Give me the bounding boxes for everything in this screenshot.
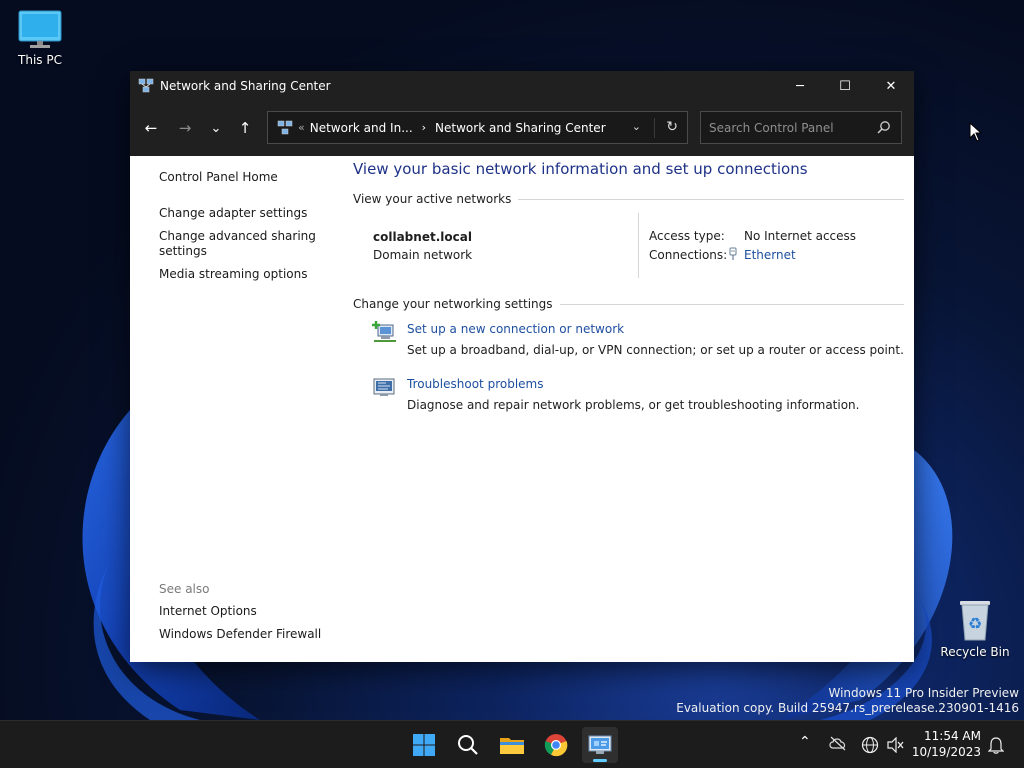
os-watermark-line-1: Windows 11 Pro Insider Preview xyxy=(828,686,1019,700)
link-control-panel-home[interactable]: Control Panel Home xyxy=(159,170,278,185)
troubleshoot-icon xyxy=(373,378,395,396)
access-type-label: Access type: xyxy=(649,229,725,243)
close-button[interactable]: ✕ xyxy=(868,71,914,101)
navigation-bar: ← → ⌄ ↑ « Network and In... › Network an… xyxy=(130,101,914,156)
link-internet-options[interactable]: Internet Options xyxy=(159,604,257,619)
breadcrumb-network-sharing-center[interactable]: Network and Sharing Center xyxy=(435,121,606,135)
search-placeholder: Search Control Panel xyxy=(709,120,834,135)
active-networks-section-header: View your active networks xyxy=(353,192,904,206)
network-center-icon xyxy=(277,120,293,134)
up-button[interactable]: ↑ xyxy=(232,115,258,141)
connections-label: Connections: xyxy=(649,248,728,262)
new-connection-icon xyxy=(372,321,396,342)
svg-text:♻: ♻ xyxy=(968,614,982,633)
mouse-cursor-icon xyxy=(969,122,983,142)
os-watermark-line-2: Evaluation copy. Build 25947.rs_prerelea… xyxy=(676,701,1019,715)
clock-date: 10/19/2023 xyxy=(911,745,981,759)
show-hidden-icons-button[interactable]: ⌃ xyxy=(799,734,811,750)
minimize-button[interactable]: ─ xyxy=(777,71,823,101)
breadcrumb-separator[interactable]: › xyxy=(422,121,426,134)
main-pane: View your basic network information and … xyxy=(353,156,914,662)
address-bar[interactable]: « Network and In... › Network and Sharin… xyxy=(267,111,688,144)
search-control-panel-box[interactable]: Search Control Panel xyxy=(700,111,902,144)
globe-network-icon[interactable] xyxy=(861,736,879,754)
link-change-adapter-settings[interactable]: Change adapter settings xyxy=(159,206,307,221)
access-type-value: No Internet access xyxy=(744,229,857,243)
search-icon xyxy=(458,735,478,755)
desktop-icon-recycle-bin[interactable]: ♻ Recycle Bin xyxy=(935,598,1015,659)
breadcrumb-overflow[interactable]: « xyxy=(298,121,305,134)
ethernet-icon xyxy=(729,247,737,260)
folder-icon xyxy=(500,738,524,754)
left-pane: Control Panel Home Change adapter settin… xyxy=(130,156,345,662)
maximize-button[interactable]: ☐ xyxy=(822,71,868,101)
taskbar: ⌃ 11:54 AM 10/19/2023 xyxy=(0,720,1024,768)
page-title: View your basic network information and … xyxy=(353,160,808,178)
change-settings-section-header: Change your networking settings xyxy=(353,297,904,311)
link-media-streaming-options[interactable]: Media streaming options xyxy=(159,267,307,282)
monitor-icon xyxy=(18,10,62,48)
content-area: Control Panel Home Change adapter settin… xyxy=(130,156,914,662)
cloud-offline-icon[interactable] xyxy=(829,735,847,751)
clock[interactable]: 11:54 AM 10/19/2023 xyxy=(912,728,981,760)
address-divider xyxy=(654,118,655,138)
section-title: View your active networks xyxy=(353,192,512,206)
title-bar[interactable]: Network and Sharing Center ─ ☐ ✕ xyxy=(130,71,914,101)
search-icon[interactable] xyxy=(877,120,891,134)
back-button[interactable]: ← xyxy=(138,115,164,141)
notifications-bell-icon[interactable] xyxy=(988,736,1004,754)
network-sharing-center-window: Network and Sharing Center ─ ☐ ✕ ← → ⌄ ↑… xyxy=(130,71,914,662)
start-button[interactable] xyxy=(406,727,442,763)
network-category[interactable]: Domain network xyxy=(373,248,472,262)
recycle-bin-icon: ♻ xyxy=(960,601,990,641)
file-explorer-button[interactable] xyxy=(494,727,530,763)
taskbar-search-button[interactable] xyxy=(450,727,486,763)
network-center-icon xyxy=(138,78,154,93)
control-panel-taskbar-button[interactable] xyxy=(582,727,618,763)
desktop-icon-label: Recycle Bin xyxy=(940,645,1010,659)
network-divider xyxy=(638,213,639,278)
control-panel-icon xyxy=(588,735,612,754)
desktop-icon-label: This PC xyxy=(18,53,62,67)
active-app-indicator xyxy=(593,759,607,762)
chrome-button[interactable] xyxy=(538,727,574,763)
link-change-advanced-sharing[interactable]: Change advanced sharing settings xyxy=(159,229,324,259)
section-divider xyxy=(518,198,904,200)
volume-muted-icon[interactable] xyxy=(887,737,905,753)
troubleshoot-problems-link[interactable]: Troubleshoot problems xyxy=(407,377,543,391)
see-also-heading: See also xyxy=(159,582,210,596)
ethernet-connection-link[interactable]: Ethernet xyxy=(744,248,796,262)
clock-time: 11:54 AM xyxy=(924,729,981,743)
section-title: Change your networking settings xyxy=(353,297,553,311)
forward-button[interactable]: → xyxy=(172,115,198,141)
network-name: collabnet.local xyxy=(373,230,472,244)
link-windows-defender-firewall[interactable]: Windows Defender Firewall xyxy=(159,627,321,642)
breadcrumb-network-internet[interactable]: Network and In... xyxy=(310,121,413,135)
desktop-icon-this-pc[interactable]: This PC xyxy=(0,10,80,67)
window-title: Network and Sharing Center xyxy=(160,79,331,93)
recent-locations-button[interactable]: ⌄ xyxy=(203,115,229,141)
section-divider xyxy=(559,303,904,305)
setup-new-connection-description: Set up a broadband, dial-up, or VPN conn… xyxy=(407,343,904,357)
setup-new-connection-link[interactable]: Set up a new connection or network xyxy=(407,322,624,336)
troubleshoot-problems-description: Diagnose and repair network problems, or… xyxy=(407,398,860,412)
chrome-icon xyxy=(544,734,568,757)
refresh-icon[interactable]: ↻ xyxy=(666,119,678,135)
windows-logo-icon xyxy=(413,734,435,756)
address-dropdown-icon[interactable]: ⌄ xyxy=(632,120,641,133)
